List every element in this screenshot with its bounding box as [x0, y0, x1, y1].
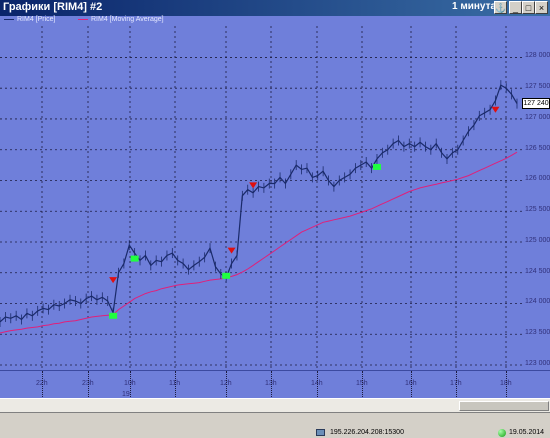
line-swatch-icon [4, 18, 14, 20]
connection-status-icon [498, 429, 506, 437]
price-chart[interactable] [0, 26, 522, 370]
status-date: 19.05.2014 [509, 429, 545, 436]
y-tick-label: 127 000 [525, 113, 550, 121]
y-tick-label: 126 500 [525, 144, 550, 152]
y-tick-label: 124 000 [525, 298, 550, 306]
y-tick-label: 123 000 [525, 360, 550, 367]
minimize-button[interactable]: _ [509, 1, 522, 14]
server-address: 195.226.204.208:15300 [330, 429, 404, 436]
buy-signal-marker [109, 312, 118, 319]
legend-item-price[interactable]: RIM4 [Price] [4, 16, 56, 23]
x-axis-gridline [456, 371, 457, 399]
chart-legend: RIM4 [Price] RIM4 [Moving Average] [0, 16, 550, 26]
window-title-bar[interactable]: Графики [RIM4] #2 1 минута ⚓ _ □ × [0, 0, 550, 16]
line-swatch-icon [78, 18, 88, 20]
status-bar: 195.226.204.208:15300 19.05.2014 [0, 412, 550, 438]
scrollbar-thumb[interactable] [459, 401, 549, 411]
date-marker: 19 [122, 391, 130, 398]
sell-signal-marker [249, 182, 258, 189]
x-axis-gridline [271, 371, 272, 399]
sell-signal-marker [109, 277, 118, 284]
buy-signal-marker [130, 255, 139, 262]
sell-signal-marker [491, 106, 500, 113]
y-tick-label: 123 500 [525, 329, 550, 337]
x-axis-gridline [226, 371, 227, 399]
y-tick-label: 128 000 [525, 52, 550, 60]
y-tick-label: 125 000 [525, 236, 550, 244]
x-axis-gridline [88, 371, 89, 399]
moving-average-line [0, 151, 518, 334]
buy-signal-marker [372, 163, 381, 170]
y-tick-label: 126 000 [525, 175, 550, 183]
x-axis-gridline [362, 371, 363, 399]
x-axis-gridline [317, 371, 318, 399]
legend-item-moving-average[interactable]: RIM4 [Moving Average] [78, 16, 164, 23]
buy-signal-marker [222, 272, 231, 279]
sell-signal-marker [227, 247, 236, 254]
x-axis-gridline [411, 371, 412, 399]
price-series-line [0, 84, 518, 323]
y-tick-label: 127 500 [525, 83, 550, 91]
x-axis-gridline [130, 371, 131, 399]
chart-plot-area[interactable] [0, 26, 522, 370]
current-price-label: 127 240 [522, 98, 550, 110]
y-tick-label: 124 500 [525, 267, 550, 275]
chart-scrollbar[interactable] [0, 398, 550, 412]
close-button[interactable]: × [535, 1, 548, 14]
x-axis-gridline [506, 371, 507, 399]
price-axis[interactable]: 128 000 127 500 127 000 126 500 126 000 125 5… [522, 26, 550, 370]
x-axis-gridline [42, 371, 43, 399]
x-axis-gridline [175, 371, 176, 399]
y-tick-label: 125 500 [525, 206, 550, 214]
maximize-button[interactable]: □ [522, 1, 535, 14]
anchor-icon[interactable]: ⚓ [494, 1, 507, 14]
timeframe-label[interactable]: 1 минута [452, 1, 496, 12]
window-title: Графики [RIM4] #2 [3, 1, 103, 13]
time-axis[interactable]: 19 22h 23h 10h 11h 12h 13h 14h 15h 16h 17h 18h [0, 370, 550, 399]
server-icon [316, 429, 325, 436]
